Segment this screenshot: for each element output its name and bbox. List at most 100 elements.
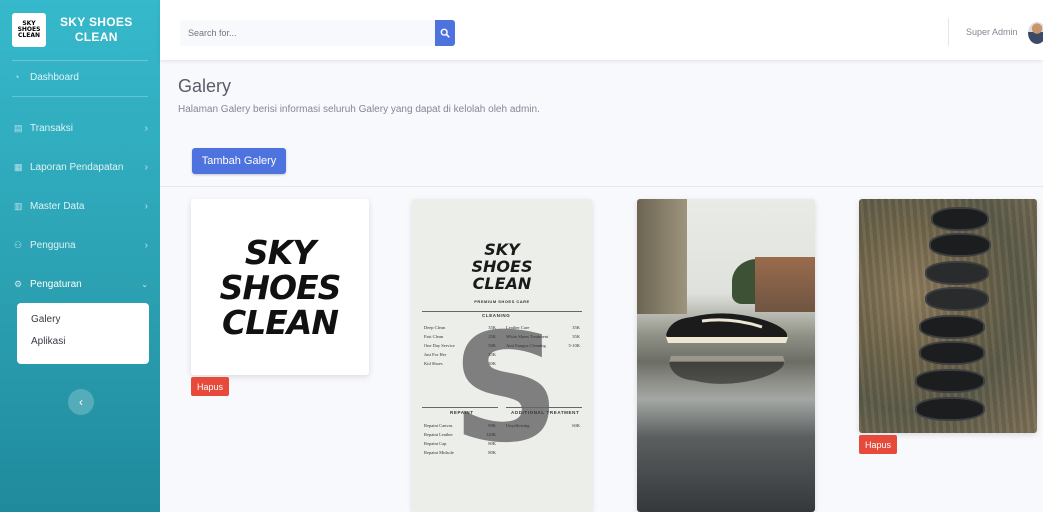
sidebar-item-master-data[interactable]: ▥ Master Data › — [0, 195, 160, 217]
price-row: Fast Clean 25K — [424, 334, 496, 340]
pricelist-title: SKY SHOES CLEAN — [412, 241, 592, 292]
price-row: One Day Service 50K — [424, 343, 496, 349]
sidebar-item-label: Pengguna — [30, 239, 76, 251]
topbar-divider — [948, 18, 949, 46]
gallery-card-2: SKY SHOES CLEAN PREMIUM SHOES CARE CLEAN… — [412, 199, 592, 512]
photo-wall — [637, 199, 687, 314]
price-name: Leather Care — [506, 325, 530, 330]
divider — [422, 407, 498, 408]
price-row: Repaint Midsole 80K — [424, 450, 496, 456]
price-value: 120K — [486, 432, 496, 437]
price-name: White Shoes Treatment — [506, 334, 549, 339]
price-value: 90K — [488, 423, 496, 428]
price-value: 35K — [572, 334, 580, 339]
price-row: Just For Her 35K — [424, 352, 496, 358]
price-value: 30K — [488, 361, 496, 366]
submenu-item-galery[interactable]: Galery — [31, 313, 149, 335]
pricelist-section: ADDITIONAL TREATMENT — [511, 410, 580, 415]
price-value: 35K — [488, 352, 496, 357]
sidebar-item-label: Laporan Pendapatan — [30, 161, 124, 173]
pricelist-right-column: Leather Care 35K White Shoes Treatment 35K… — [506, 325, 580, 352]
price-row: Leather Care 35K — [506, 325, 580, 331]
price-row: Kid Shoes 30K — [424, 361, 496, 367]
price-row: Repaint Cap 80K — [424, 441, 496, 447]
sidebar-item-laporan-pendapatan[interactable]: ▦ Laporan Pendapatan › — [0, 156, 160, 178]
sidebar-item-transaksi[interactable]: ▤ Transaksi › — [0, 117, 160, 139]
gallery-card-1: SKY SHOES CLEAN — [191, 199, 369, 375]
gallery-image: SKY SHOES CLEAN PREMIUM SHOES CARE CLEAN… — [412, 199, 592, 512]
price-name: Just For Her — [424, 352, 447, 357]
pricelist-title-line: SHOES — [471, 257, 533, 276]
content-divider — [160, 186, 1043, 187]
gallery-image — [859, 199, 1037, 433]
brand-logo: SKY SHOES CLEAN — [12, 13, 46, 47]
brand-logo-line: CLEAN — [18, 32, 40, 39]
shoe-shape — [919, 315, 985, 339]
chevron-right-icon: › — [144, 239, 148, 251]
pricelist-section: REPAINT — [450, 410, 474, 415]
price-row: Repaint Leather 120K — [424, 432, 496, 438]
users-icon: ⚇ — [14, 239, 23, 250]
sidebar-divider — [12, 96, 148, 97]
pricelist-title-line: SKY — [484, 240, 520, 259]
price-name: Deep Clean — [424, 325, 446, 330]
sidebar-item-label: Pengaturan — [30, 278, 82, 290]
price-value: 50K — [488, 343, 496, 348]
logo-text-line: SHOES — [219, 267, 342, 307]
shoe-shape — [919, 341, 985, 365]
price-name: Repaint Leather — [424, 432, 453, 437]
sidebar-item-label: Dashboard — [30, 71, 79, 83]
search-input[interactable] — [180, 20, 435, 46]
price-name: Unyellowing — [506, 423, 530, 428]
shoe-shape — [925, 261, 989, 285]
divider — [506, 407, 582, 408]
price-value: 60K — [572, 423, 580, 428]
delete-button[interactable]: Hapus — [191, 377, 230, 396]
topbar: Super Admin — [160, 0, 1043, 60]
sidebar: SKY SHOES CLEAN SKY SHOES CLEAN ◔ Dashbo… — [0, 0, 160, 512]
brand[interactable]: SKY SHOES CLEAN SKY SHOES CLEAN — [0, 0, 160, 60]
chevron-right-icon: › — [144, 200, 148, 212]
add-gallery-button[interactable]: Tambah Galery — [192, 148, 286, 174]
chevron-right-icon: › — [144, 122, 148, 134]
chevron-right-icon: › — [144, 161, 148, 173]
price-value: 35K — [572, 325, 580, 330]
cart-icon: ▤ — [14, 122, 23, 133]
shoe-shape — [931, 207, 989, 231]
price-name: Fast Clean — [424, 334, 444, 339]
sidebar-item-pengaturan[interactable]: ⚙ Pengaturan ⌄ — [0, 273, 160, 295]
logo-text-line: SKY — [244, 232, 316, 272]
page-title: Galery — [178, 76, 232, 96]
delete-button[interactable]: Hapus — [859, 435, 898, 454]
gallery-image: SKY SHOES CLEAN — [191, 199, 369, 375]
database-icon: ▥ — [14, 200, 23, 211]
submenu-item-aplikasi[interactable]: Aplikasi — [31, 335, 149, 357]
gallery-card-3 — [637, 199, 815, 512]
pricelist-title-line: CLEAN — [472, 274, 532, 293]
gallery-image — [637, 199, 815, 512]
search-button[interactable] — [435, 20, 455, 46]
price-row: Repaint Canvas 90K — [424, 423, 496, 429]
search-bar — [180, 20, 455, 46]
sidebar-toggle-button[interactable]: ‹ — [68, 389, 94, 415]
sidebar-divider — [12, 60, 148, 61]
shoe-shape — [915, 397, 985, 421]
price-value: 80K — [488, 450, 496, 455]
avatar[interactable] — [1028, 22, 1043, 44]
shoe-shape — [929, 233, 991, 257]
price-name: Anti Fungus Cleaning — [506, 343, 546, 348]
price-value: 5-10K — [568, 343, 581, 348]
logo-text-line: CLEAN — [222, 302, 339, 342]
sidebar-item-dashboard[interactable]: ◔ Dashboard — [0, 66, 160, 88]
user-name[interactable]: Super Admin — [966, 27, 1018, 37]
page-description: Halaman Galery berisi informasi seluruh … — [178, 104, 540, 115]
sneaker-reflection — [669, 355, 785, 384]
sidebar-item-pengguna[interactable]: ⚇ Pengguna › — [0, 234, 160, 256]
brand-name-line2: CLEAN — [74, 30, 118, 44]
pricelist-additional-column: Unyellowing 60K — [506, 423, 580, 432]
sneaker-shape — [666, 313, 788, 343]
price-row: Unyellowing 60K — [506, 423, 580, 429]
price-name: One Day Service — [424, 343, 455, 348]
price-value: 80K — [488, 441, 496, 446]
price-name: Kid Shoes — [424, 361, 443, 366]
